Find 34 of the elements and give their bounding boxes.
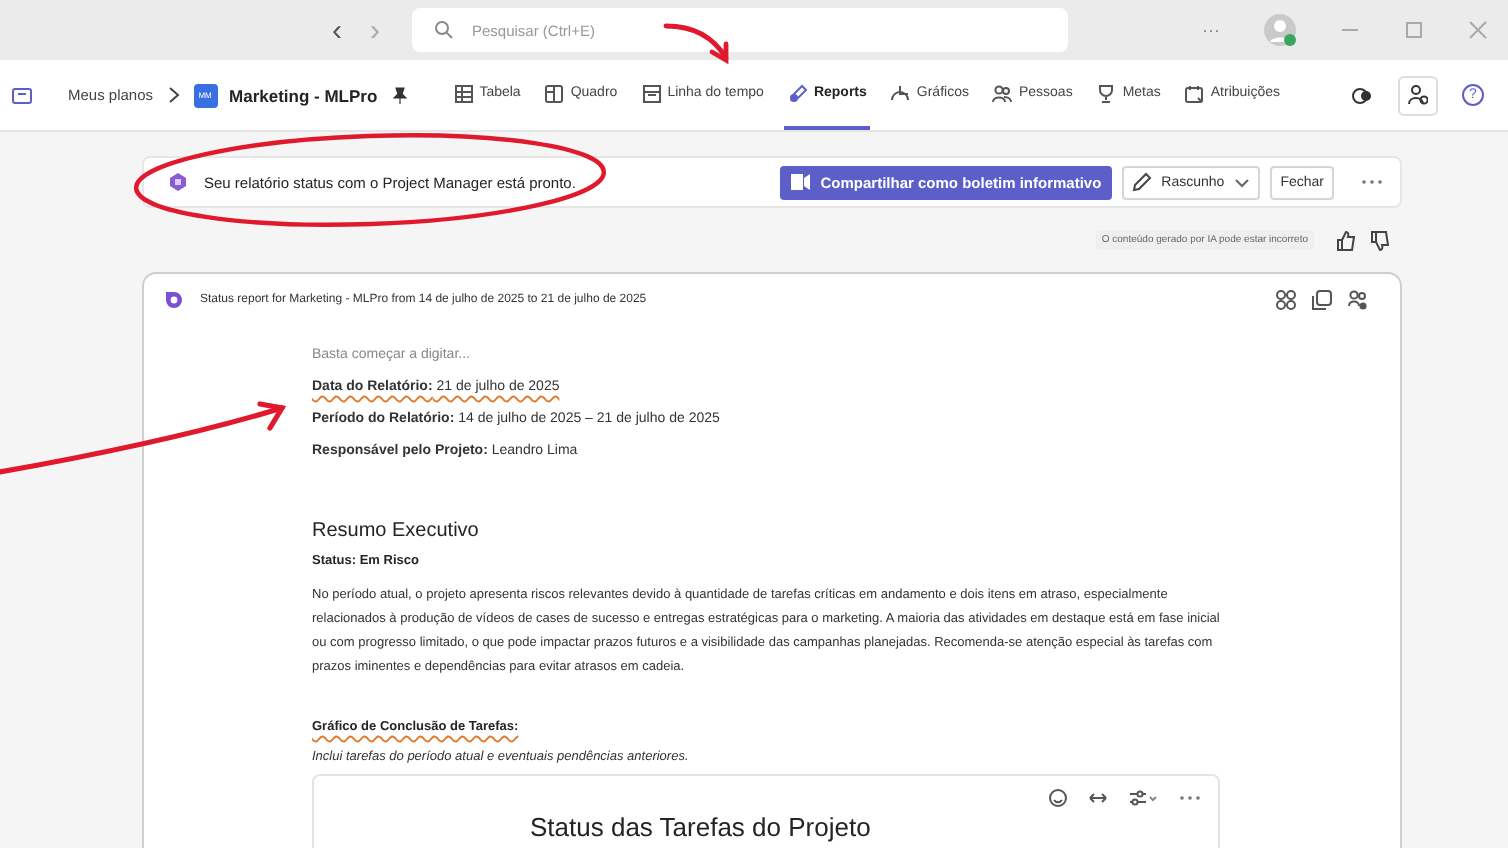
pin-icon[interactable] <box>389 85 410 105</box>
search-icon <box>434 20 454 40</box>
more-icon[interactable] <box>1360 178 1384 186</box>
thumbs-down-icon[interactable] <box>1370 229 1390 251</box>
copy-icon[interactable] <box>1312 290 1332 310</box>
tab-icon <box>1184 83 1205 103</box>
tab-icon <box>641 83 662 103</box>
person-gear-icon <box>1408 84 1428 106</box>
tab-icon <box>890 83 911 103</box>
people-settings-button[interactable] <box>1398 75 1438 115</box>
chevron-down-icon <box>1234 175 1251 189</box>
plan-title: Marketing - MLPro <box>229 85 378 105</box>
thumbs-up-icon[interactable] <box>1336 229 1356 251</box>
tab-icon <box>992 83 1013 103</box>
tab-icon <box>1096 83 1117 103</box>
chevron-right-icon <box>165 86 182 104</box>
annotation-arrow <box>663 23 729 65</box>
more-icon[interactable] <box>1178 794 1202 802</box>
more-button[interactable]: ··· <box>1202 20 1220 40</box>
pencil-icon <box>1131 172 1152 192</box>
tab-icon <box>453 83 474 103</box>
chart-title: Status das Tarefas do Projeto <box>530 814 873 842</box>
panel-icon[interactable] <box>12 85 32 105</box>
loop-icon <box>164 290 184 310</box>
emoji-icon[interactable] <box>1048 788 1068 808</box>
back-button[interactable]: ‹ <box>332 15 342 45</box>
section-heading: Resumo Executivo <box>312 520 481 542</box>
tab-icon <box>787 83 808 103</box>
people-icon[interactable] <box>1348 290 1368 310</box>
tab-icon <box>544 83 565 103</box>
avatar-icon[interactable] <box>1264 14 1296 46</box>
resize-icon[interactable] <box>1088 788 1108 808</box>
grid-icon[interactable] <box>1276 290 1296 310</box>
sliders-icon[interactable] <box>1128 788 1158 808</box>
